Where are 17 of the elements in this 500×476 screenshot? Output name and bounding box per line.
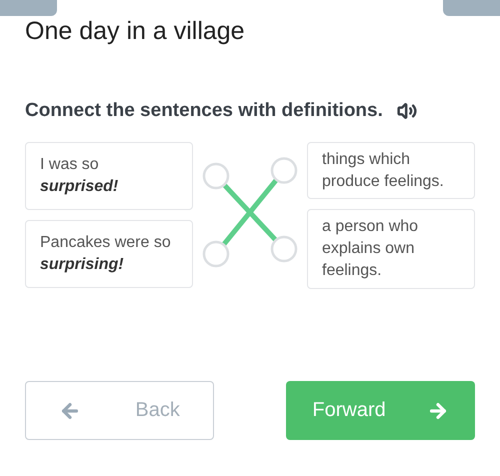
sentence-card[interactable]: I was so surprised! [25, 142, 193, 210]
sentence-text: Pancakes were so surprising! [40, 233, 172, 275]
sentence-text: I was so surprised! [40, 155, 120, 197]
lesson-title: One day in a village [24, 16, 246, 46]
connector-dot[interactable] [270, 157, 298, 184]
definition-text: a person who explains own feelings. [322, 217, 420, 281]
tab-stub[interactable] [443, 0, 500, 16]
connector-dot[interactable] [202, 162, 230, 190]
instruction-text: Connect the sentences with definitions. [25, 100, 383, 122]
connector-dot[interactable] [202, 240, 230, 268]
tab-stub[interactable] [0, 0, 57, 16]
definition-text: things which produce feelings. [322, 150, 445, 192]
sentence-card[interactable]: Pancakes were so surprising! [25, 220, 193, 288]
definition-card[interactable]: things which produce feelings. [307, 142, 475, 199]
definition-card[interactable]: a person who explains own feelings. [307, 209, 475, 289]
connector-dot[interactable] [270, 236, 298, 262]
speaker-icon[interactable] [396, 101, 417, 121]
